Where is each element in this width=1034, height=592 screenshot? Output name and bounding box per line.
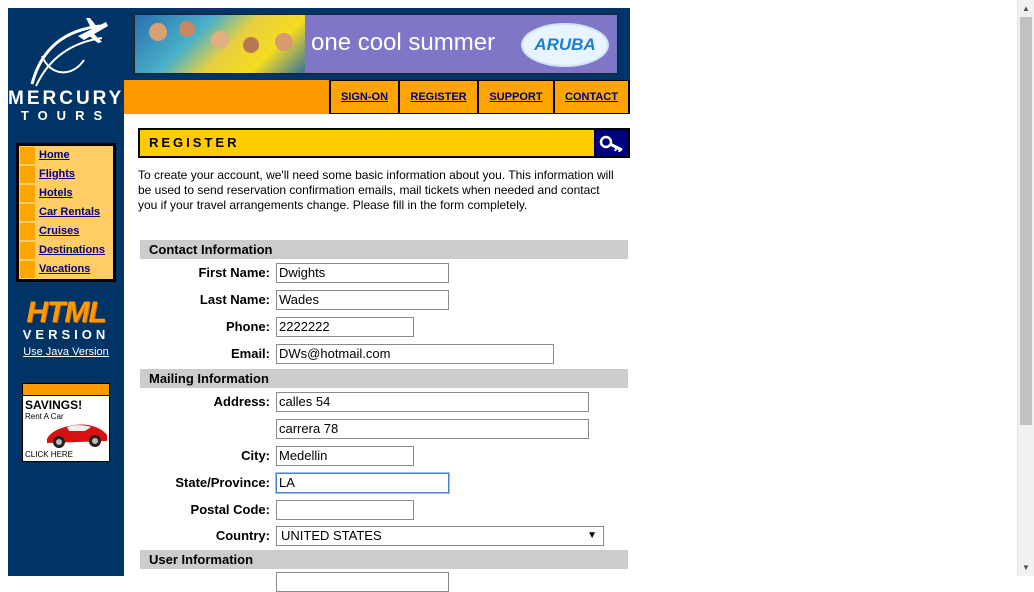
sidebar-item-label[interactable]: Home (39, 147, 70, 164)
nav-bullet-icon (20, 166, 35, 183)
country-label: Country: (215, 528, 270, 543)
sidebar-item-label[interactable]: Cruises (39, 223, 79, 240)
nav-bullet-icon (20, 185, 35, 202)
phone-field[interactable]: 2222222 (276, 317, 414, 337)
email-field[interactable]: DWs@hotmail.com (276, 344, 554, 364)
sidebar-item-label[interactable]: Hotels (39, 185, 73, 202)
sidebar-nav: Home Flights Hotels Car Rentals Cruises … (16, 143, 116, 282)
country-selected-value: UNITED STATES (281, 528, 382, 543)
nav-bullet-icon (20, 204, 35, 221)
contact-info-header: Contact Information (140, 240, 628, 259)
sign-on-link[interactable]: SIGN-ON (331, 81, 398, 113)
page-title: REGISTER (149, 135, 240, 150)
banner-slogan: one cool summer (311, 29, 496, 56)
city-label: City: (241, 448, 270, 463)
mailing-info-header: Mailing Information (140, 369, 628, 388)
brand-name-line1: MERCURY (8, 88, 125, 109)
sidebar-item-flights[interactable]: Flights (19, 165, 113, 184)
register-intro-text: To create your account, we'll need some … (138, 168, 614, 212)
aruba-logo-text: ARUBA (534, 35, 596, 54)
register-header: REGISTER (138, 128, 630, 158)
red-car-icon (47, 424, 107, 448)
nav-bullet-icon (20, 223, 35, 240)
state-field[interactable]: LA (275, 472, 450, 494)
state-label: State/Province: (175, 475, 270, 490)
last-name-field[interactable]: Wades (276, 290, 449, 310)
sidebar-item-label[interactable]: Destinations (39, 242, 105, 259)
nav-bullet-icon (20, 147, 35, 164)
sidebar-item-hotels[interactable]: Hotels (19, 184, 113, 203)
mercury-tours-logo[interactable]: MERCURY TOURS (8, 8, 124, 138)
sidebar-item-label[interactable]: Flights (39, 166, 75, 183)
first-name-field[interactable]: Dwights (276, 263, 449, 283)
nav-bullet-icon (20, 242, 35, 259)
sidebar-item-car-rentals[interactable]: Car Rentals (19, 203, 113, 222)
postal-code-label: Postal Code: (190, 502, 270, 517)
banner-container: one cool summer ARUBA (124, 8, 630, 80)
aruba-logo: ARUBA (521, 23, 609, 67)
key-icon (599, 135, 623, 152)
scroll-up-arrow-icon[interactable]: ▲ (1018, 0, 1034, 17)
airplane-logo-icon (30, 18, 108, 87)
brand-name-line2: TOURS (20, 108, 112, 123)
address-line2-field[interactable]: carrera 78 (276, 419, 589, 439)
scrollbar-thumb[interactable] (1020, 17, 1032, 425)
sidebar-item-cruises[interactable]: Cruises (19, 222, 113, 241)
user-info-header: User Information (140, 550, 628, 569)
postal-code-field[interactable] (276, 500, 414, 520)
sidebar-item-destinations[interactable]: Destinations (19, 241, 113, 260)
country-select[interactable]: UNITED STATES ▼ (276, 526, 604, 546)
user-name-field[interactable] (276, 572, 449, 592)
key-icon-box (594, 130, 628, 156)
promo-banner[interactable]: one cool summer ARUBA (134, 14, 618, 74)
sidebar-item-label[interactable]: Car Rentals (39, 204, 100, 221)
top-menu: SIGN-ON REGISTER SUPPORT CONTACT (329, 80, 630, 114)
scroll-down-arrow-icon[interactable]: ▼ (1018, 559, 1034, 576)
address-line1-field[interactable]: calles 54 (276, 392, 589, 412)
banner-photo (135, 15, 305, 73)
dropdown-arrow-icon: ▼ (587, 530, 597, 541)
address-label: Address: (213, 394, 270, 409)
phone-label: Phone: (225, 319, 270, 334)
support-link[interactable]: SUPPORT (479, 81, 553, 113)
register-link[interactable]: REGISTER (400, 81, 477, 113)
email-label: Email: (230, 346, 270, 361)
city-field[interactable]: Medellin (276, 446, 414, 466)
sidebar-item-home[interactable]: Home (19, 146, 113, 165)
top-menu-bar: SIGN-ON REGISTER SUPPORT CONTACT (124, 80, 630, 114)
page-scrollbar[interactable]: ▲ ▼ (1017, 0, 1034, 576)
contact-link[interactable]: CONTACT (555, 81, 628, 113)
first-name-label: First Name: (198, 265, 270, 280)
last-name-label: Last Name: (199, 292, 270, 307)
